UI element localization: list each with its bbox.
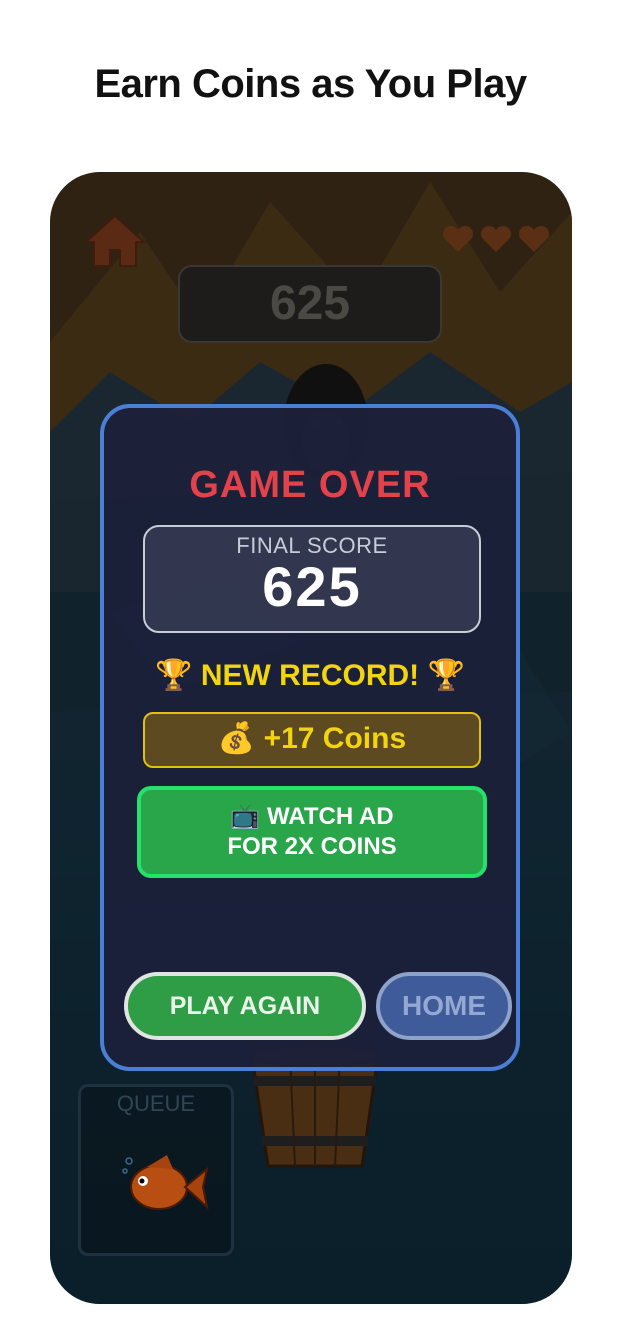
final-score-box: FINAL SCORE 625 bbox=[143, 525, 481, 633]
final-score-value: 625 bbox=[262, 555, 362, 618]
heart-icon bbox=[442, 225, 474, 252]
game-over-panel: GAME OVER FINAL SCORE 625 🏆 NEW RECORD! … bbox=[100, 404, 520, 1071]
play-again-button[interactable]: PLAY AGAIN bbox=[124, 972, 366, 1040]
phone-frame: 625 QUEUE GAME OVER FINAL SCORE 625 🏆 NE… bbox=[50, 172, 572, 1304]
game-over-title: GAME OVER bbox=[189, 464, 431, 506]
score-display: 625 bbox=[178, 265, 442, 343]
watch-ad-button[interactable]: 📺 WATCH AD FOR 2X COINS bbox=[137, 786, 487, 878]
heart-icon bbox=[480, 225, 512, 252]
queue-box: QUEUE bbox=[78, 1084, 234, 1256]
new-record-banner: 🏆 NEW RECORD! 🏆 bbox=[155, 659, 465, 692]
heart-icon bbox=[518, 225, 550, 252]
home-button[interactable]: HOME bbox=[376, 972, 512, 1040]
fish-icon bbox=[122, 1155, 209, 1210]
watch-ad-label-line1: 📺 WATCH AD bbox=[230, 803, 394, 830]
watch-ad-label-line2: FOR 2X COINS bbox=[227, 833, 397, 860]
lives-hearts bbox=[442, 225, 550, 252]
home-icon[interactable] bbox=[84, 212, 146, 268]
queue-label: QUEUE bbox=[116, 1091, 196, 1116]
coins-earned-badge: 💰 +17 Coins bbox=[143, 712, 481, 768]
screenshot-headline: Earn Coins as You Play bbox=[94, 62, 527, 106]
